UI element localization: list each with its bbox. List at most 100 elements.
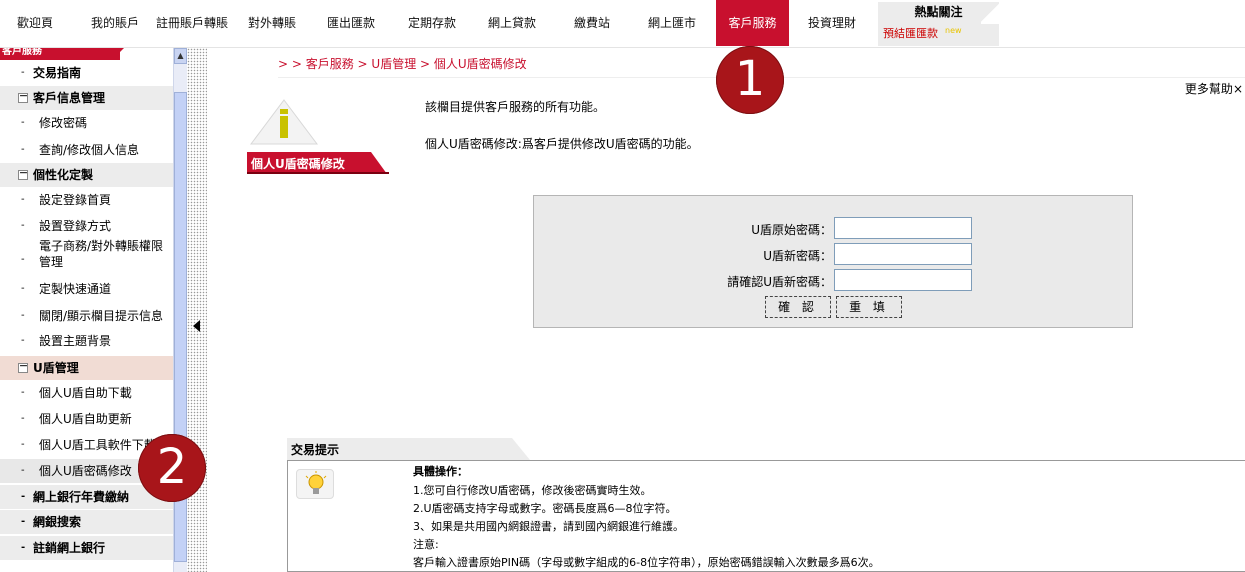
sidebar-item-trading-guide[interactable]: - 交易指南 xyxy=(0,61,173,85)
sidebar-item-label: 個人U盾密碼修改 xyxy=(39,464,132,478)
sidebar-section-ukey-management[interactable]: － U盾管理 xyxy=(0,356,173,380)
page-title-tab: 個人U盾密碼修改 xyxy=(247,152,389,174)
info-icon xyxy=(250,99,318,145)
collapse-left-icon[interactable] xyxy=(193,320,200,332)
nav-outward-remittance[interactable]: 匯出匯款 xyxy=(318,0,384,46)
sidebar-item-toggle-tips[interactable]: - 關閉/顯示欄目提示信息 xyxy=(0,304,173,328)
tips-line-2: 2.U盾密碼支持字母或數字。密碼長度爲6—8位字符。 xyxy=(413,502,677,515)
old-password-label: U盾原始密碼： xyxy=(751,223,832,237)
sidebar-item-label: 網銀搜索 xyxy=(33,515,82,529)
confirm-password-input[interactable] xyxy=(834,269,972,291)
old-password-row: U盾原始密碼： xyxy=(534,216,1134,240)
old-password-input[interactable] xyxy=(834,217,972,239)
sidebar-item-label: 交易指南 xyxy=(33,66,82,80)
bullet-icon: - xyxy=(21,516,26,527)
sidebar-section-customer-info[interactable]: － 客戶信息管理 xyxy=(0,86,173,110)
sidebar-item-quick-channel[interactable]: - 定製快速通道 xyxy=(0,277,173,301)
nav-investment[interactable]: 投資理財 xyxy=(798,0,866,46)
collapse-icon[interactable]: － xyxy=(18,93,28,103)
nav-registered-transfer[interactable]: 註冊賬戶轉賬 xyxy=(152,0,232,46)
new-password-row: U盾新密碼： xyxy=(534,242,1134,266)
sidebar-item-label: 修改密碼 xyxy=(39,116,88,130)
lightbulb-icon xyxy=(296,469,334,499)
sidebar-item-ukey-download[interactable]: - 個人U盾自助下載 xyxy=(0,381,173,405)
bullet-icon: - xyxy=(21,67,25,78)
sidebar-item-label: 客戶信息管理 xyxy=(33,91,106,105)
close-icon[interactable]: × xyxy=(1233,82,1243,96)
annotation-badge-2: 2 xyxy=(138,434,206,502)
bullet-icon: - xyxy=(21,413,25,424)
sidebar-header: 客戶服務 xyxy=(0,48,120,60)
sidebar-item-search[interactable]: - 網銀搜索 xyxy=(0,510,173,534)
sidebar-item-ecommerce-permission[interactable]: - 電子商務/對外轉賬權限 管理 xyxy=(0,239,173,276)
sidebar-header-tail xyxy=(112,48,124,60)
confirm-password-row: 請確認U盾新密碼： xyxy=(534,268,1134,292)
bullet-icon: - xyxy=(21,335,25,346)
tips-line-note: 注意: xyxy=(413,538,439,551)
sidebar-item-personal-info[interactable]: - 查詢/修改個人信息 xyxy=(0,138,173,162)
bullet-icon: - xyxy=(21,387,25,398)
tips-line-1: 1.您可自行修改U盾密碼，修改後密碼實時生效。 xyxy=(413,484,652,497)
nav-payment-station[interactable]: 繳費站 xyxy=(558,0,626,46)
page-title: 個人U盾密碼修改 xyxy=(251,157,345,171)
sidebar-item-label: 個人U盾自助下載 xyxy=(39,386,132,400)
sidebar-item-cancel-online-banking[interactable]: - 註銷網上銀行 xyxy=(0,536,173,560)
bullet-icon: - xyxy=(21,310,25,321)
sidebar-item-ukey-update[interactable]: - 個人U盾自助更新 xyxy=(0,407,173,431)
tips-tab: 交易提示 xyxy=(287,438,530,460)
sidebar-item-label-line2: 管理 xyxy=(39,255,64,269)
sidebar-item-label: 個人U盾工具軟件下載 xyxy=(39,438,156,452)
sidebar-item-label: 查詢/修改個人信息 xyxy=(39,143,140,157)
sidebar-item-label: 個性化定製 xyxy=(33,168,94,182)
hot-topics-title: 熱點關注 xyxy=(914,5,963,19)
main-content: > > 客戶服務 > U盾管理 > 個人U盾密碼修改 更多幫助× 個人U盾密碼修… xyxy=(207,48,1245,572)
hot-topics-panel: 熱點關注 預結匯匯款 new xyxy=(878,2,999,46)
tips-tab-corner xyxy=(512,438,530,460)
nav-online-forex[interactable]: 網上匯市 xyxy=(638,0,706,46)
sidebar-section-personalization[interactable]: － 個性化定製 xyxy=(0,163,173,187)
scroll-up-icon[interactable]: ▲ xyxy=(174,48,187,64)
sidebar-item-label: 關閉/顯示欄目提示信息 xyxy=(39,309,164,323)
top-navigation-bar: 歡迎頁 我的賬戶 註冊賬戶轉賬 對外轉賬 匯出匯款 定期存款 網上貸款 繳費站 … xyxy=(0,0,1245,48)
sidebar-item-label: 設置主題背景 xyxy=(39,334,112,348)
function-description: 個人U盾密碼修改:爲客戶提供修改U盾密碼的功能。 xyxy=(425,137,699,151)
confirm-password-label: 請確認U盾新密碼： xyxy=(727,275,832,289)
sidebar-item-label: U盾管理 xyxy=(33,361,79,375)
password-change-form: U盾原始密碼： U盾新密碼： 請確認U盾新密碼： 確 認 重 填 xyxy=(533,195,1133,328)
nav-external-transfer[interactable]: 對外轉賬 xyxy=(240,0,304,46)
bullet-icon: - xyxy=(21,491,26,502)
sidebar-item-label: 設定登錄首頁 xyxy=(39,193,112,207)
new-password-label: U盾新密碼： xyxy=(763,249,832,263)
more-help-label[interactable]: 更多幫助 xyxy=(1185,82,1233,96)
bullet-icon: - xyxy=(21,542,26,553)
collapse-icon[interactable]: － xyxy=(18,170,28,180)
sidebar-item-label: 個人U盾自助更新 xyxy=(39,412,132,426)
nav-fixed-deposit[interactable]: 定期存款 xyxy=(398,0,466,46)
breadcrumb[interactable]: > > 客戶服務 > U盾管理 > 個人U盾密碼修改 xyxy=(278,55,527,72)
more-help-link[interactable]: 更多幫助× xyxy=(1185,80,1243,97)
collapse-icon[interactable]: － xyxy=(18,363,28,373)
reset-button[interactable]: 重 填 xyxy=(836,296,902,318)
bullet-icon: - xyxy=(21,220,25,231)
bullet-icon: - xyxy=(21,117,25,128)
bullet-icon: - xyxy=(21,254,25,265)
new-password-input[interactable] xyxy=(834,243,972,265)
sidebar-item-label: 定製快速通道 xyxy=(39,282,112,296)
sidebar-item-label: 註銷網上銀行 xyxy=(33,541,106,555)
sidebar-item-change-password[interactable]: - 修改密碼 xyxy=(0,111,173,135)
hot-topic-link[interactable]: 預結匯匯款 xyxy=(883,25,938,41)
tips-title: 交易提示 xyxy=(291,443,340,457)
tips-line-heading: 具體操作： xyxy=(413,465,468,478)
sidebar-item-login-homepage[interactable]: - 設定登錄首頁 xyxy=(0,188,173,212)
sidebar-item-theme-background[interactable]: - 設置主題背景 xyxy=(0,329,173,353)
nav-welcome[interactable]: 歡迎頁 xyxy=(0,0,70,46)
nav-customer-service[interactable]: 客戶服務 xyxy=(716,0,789,46)
bullet-icon: - xyxy=(21,465,25,476)
annotation-badge-1: 1 xyxy=(716,46,784,114)
title-tab-underline xyxy=(247,172,389,174)
confirm-button[interactable]: 確 認 xyxy=(765,296,831,318)
title-tab-tail xyxy=(371,152,387,174)
nav-my-account[interactable]: 我的賬戶 xyxy=(80,0,150,46)
tips-box: 具體操作： 1.您可自行修改U盾密碼，修改後密碼實時生效。 2.U盾密碼支持字母… xyxy=(287,460,1245,572)
nav-online-loan[interactable]: 網上貸款 xyxy=(478,0,546,46)
